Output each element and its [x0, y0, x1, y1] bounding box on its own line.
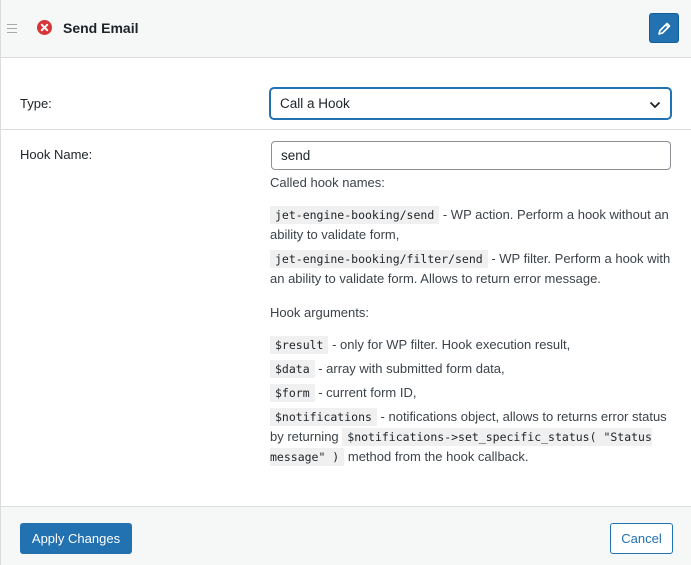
- action-title: Send Email: [63, 20, 139, 36]
- help-args-title: Hook arguments:: [270, 305, 369, 320]
- panel-footer: Apply Changes Cancel: [1, 506, 691, 565]
- cancel-button[interactable]: Cancel: [610, 523, 673, 554]
- type-select-value: Call a Hook: [280, 96, 350, 111]
- type-select[interactable]: Call a Hook: [270, 88, 671, 119]
- error-icon: [37, 20, 52, 35]
- hook-name-value: send: [281, 148, 311, 163]
- help-hook-filter: jet-engine-booking/filter/send - WP filt…: [270, 249, 675, 289]
- help-arg-form-text: - current form ID,: [314, 385, 417, 400]
- help-arg-form: $form - current form ID,: [270, 383, 675, 403]
- type-label: Type:: [20, 96, 52, 111]
- chevron-down-icon: [649, 101, 661, 109]
- code-snippet: $data: [270, 360, 315, 378]
- drag-handle-icon[interactable]: [7, 24, 17, 33]
- apply-changes-button[interactable]: Apply Changes: [20, 523, 132, 554]
- help-arg-notifications: $notifications - notifications object, a…: [270, 407, 675, 467]
- panel-header: Send Email: [1, 0, 691, 58]
- code-snippet: $result: [270, 336, 329, 354]
- code-snippet: $form: [270, 384, 315, 402]
- help-intro: Called hook names:: [270, 175, 385, 190]
- hook-name-label: Hook Name:: [20, 147, 93, 162]
- pencil-icon: [658, 22, 671, 35]
- help-hook-action: jet-engine-booking/send - WP action. Per…: [270, 205, 675, 245]
- code-snippet: jet-engine-booking/filter/send: [270, 250, 488, 268]
- code-snippet: jet-engine-booking/send: [270, 206, 440, 224]
- help-arg-result: $result - only for WP filter. Hook execu…: [270, 335, 675, 355]
- help-notif-tail: method from the hook callback.: [344, 449, 529, 464]
- code-snippet: $notifications: [270, 408, 377, 426]
- edit-button[interactable]: [649, 13, 679, 43]
- action-editor-panel: Send Email Type: Call a Hook Hook Name: …: [0, 0, 691, 565]
- help-arg-result-text: - only for WP filter. Hook execution res…: [328, 337, 571, 352]
- help-arg-data-text: - array with submitted form data,: [314, 361, 505, 376]
- hook-name-input[interactable]: send: [271, 141, 671, 170]
- row-divider: [1, 129, 691, 130]
- help-arg-data: $data - array with submitted form data,: [270, 359, 675, 379]
- hook-help-text: Called hook names: jet-engine-booking/se…: [270, 173, 675, 467]
